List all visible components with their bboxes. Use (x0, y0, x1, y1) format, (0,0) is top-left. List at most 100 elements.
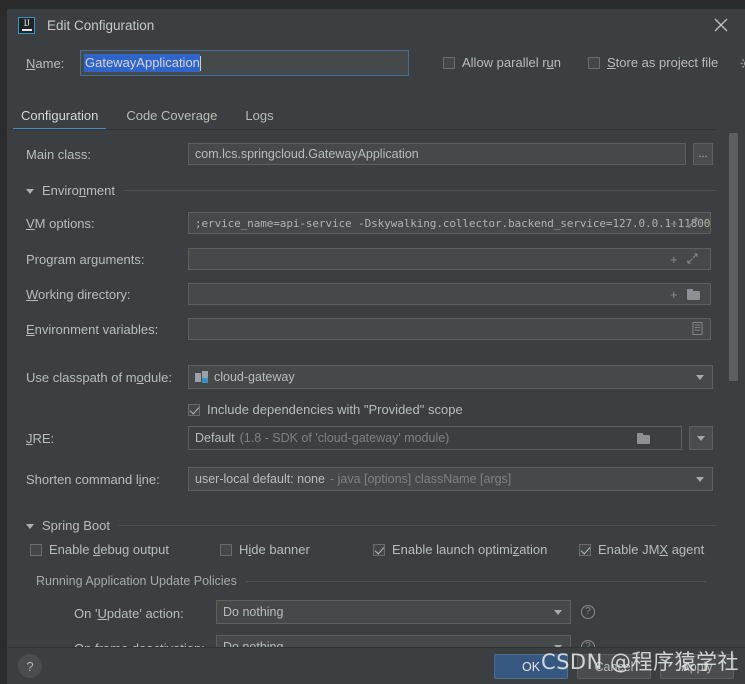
checkbox-box (588, 56, 600, 69)
hide-banner-label: Hide banner (239, 542, 310, 557)
help-button[interactable]: ? (18, 654, 42, 678)
shorten-command-line-row: Shorten command line: user-local default… (26, 467, 716, 491)
spring-boot-section-header[interactable]: Spring Boot (26, 517, 716, 533)
insert-macro-icon[interactable]: + (670, 217, 678, 230)
configuration-form: Main class: com.lcs.springcloud.GatewayA… (20, 131, 720, 647)
list-icon[interactable] (692, 321, 703, 337)
main-class-row: Main class: com.lcs.springcloud.GatewayA… (26, 143, 716, 165)
insert-macro-icon[interactable]: + (670, 253, 678, 266)
edit-configuration-dialog: IJ Edit Configuration Name: GatewayAppli… (0, 0, 745, 684)
tab-configuration[interactable]: Configuration (7, 108, 112, 130)
on-frame-deactivation-combobox[interactable]: Do nothing (216, 635, 571, 647)
insert-macro-icon[interactable]: + (670, 288, 678, 301)
program-arguments-input[interactable] (188, 248, 711, 270)
jre-value: Default (195, 431, 235, 445)
environment-variables-input[interactable] (188, 318, 711, 340)
chevron-down-icon (696, 375, 704, 380)
title-bar: IJ Edit Configuration (7, 9, 745, 42)
main-class-value: com.lcs.springcloud.GatewayApplication (195, 147, 419, 161)
text-caret (199, 55, 201, 71)
enable-launch-optimization-checkbox[interactable]: Enable launch optimization (373, 542, 547, 557)
on-update-action-value: Do nothing (223, 605, 284, 619)
jre-hint: (1.8 - SDK of 'cloud-gateway' module) (239, 431, 450, 445)
enable-jmx-agent-checkbox[interactable]: Enable JMX agent (579, 542, 704, 557)
chevron-down-icon (696, 477, 704, 482)
shorten-command-line-label: Shorten command line: (26, 472, 160, 487)
spring-boot-section-label: Spring Boot (42, 517, 110, 533)
environment-variables-row: Environment variables: (26, 318, 716, 340)
main-class-input[interactable]: com.lcs.springcloud.GatewayApplication (188, 143, 686, 165)
enable-debug-output-checkbox[interactable]: Enable debug output (30, 542, 169, 557)
program-arguments-label: Program arguments: (26, 252, 145, 267)
program-arguments-actions: + (670, 248, 714, 270)
checkbox-box (579, 543, 591, 556)
ok-button[interactable]: OK (494, 654, 568, 679)
tab-separator (7, 129, 717, 130)
enable-jmx-agent-label: Enable JMX agent (598, 542, 705, 557)
tab-bar: Configuration Code Coverage Logs (7, 102, 745, 130)
vm-options-row: VM options: ;ervice_name=api-service -Ds… (26, 212, 716, 234)
classpath-module-row: Use classpath of module: cloud-gateway (26, 365, 716, 389)
chevron-down-icon (697, 435, 705, 441)
main-class-browse-button[interactable]: ... (693, 143, 713, 165)
on-frame-deactivation-row: On frame deactivation: Do nothing ? (36, 635, 706, 647)
checkbox-box (188, 403, 200, 416)
dialog-button-bar: ? OK Cancel Apply CSDN @程序猿学社 (7, 647, 745, 684)
classpath-module-value: cloud-gateway (214, 370, 295, 384)
checkbox-box (220, 543, 232, 556)
section-divider (124, 189, 716, 191)
environment-variables-actions (692, 318, 712, 340)
cancel-button[interactable]: Cancel (577, 654, 651, 679)
tab-code-coverage[interactable]: Code Coverage (112, 108, 231, 130)
module-icon (195, 371, 208, 383)
update-policies-header: Running Application Update Policies (36, 574, 706, 588)
shorten-command-line-combobox[interactable]: user-local default: none - java [options… (188, 467, 713, 491)
help-icon[interactable]: ? (581, 605, 595, 619)
apply-button[interactable]: Apply (660, 654, 734, 679)
hide-banner-checkbox[interactable]: Hide banner (220, 542, 310, 557)
jre-combobox[interactable]: Default (1.8 - SDK of 'cloud-gateway' mo… (188, 426, 682, 450)
vertical-scrollbar[interactable] (727, 131, 740, 647)
working-directory-row: Working directory: + (26, 283, 716, 305)
enable-launch-optimization-label: Enable launch optimization (392, 542, 548, 557)
jre-dropdown-button[interactable] (689, 426, 713, 450)
expand-editor-icon[interactable] (687, 252, 698, 266)
shorten-command-line-value: user-local default: none (195, 472, 325, 486)
gear-icon[interactable] (740, 57, 745, 70)
working-directory-actions: + (670, 283, 714, 305)
checkbox-box (30, 543, 42, 556)
checkbox-box (443, 56, 455, 69)
environment-section-header[interactable]: Environment (26, 182, 716, 198)
close-icon[interactable] (711, 15, 731, 35)
scrollbar-thumb[interactable] (729, 133, 738, 381)
classpath-module-combobox[interactable]: cloud-gateway (188, 365, 713, 389)
environment-variables-label: Environment variables: (26, 322, 159, 337)
intellij-idea-icon: IJ (18, 17, 35, 34)
on-update-action-row: On 'Update' action: Do nothing ? (36, 600, 706, 624)
window-top-edge (0, 0, 745, 9)
working-directory-input[interactable] (188, 283, 711, 305)
tab-logs[interactable]: Logs (231, 108, 287, 130)
environment-section-label: Environment (42, 182, 115, 198)
on-update-action-label: On 'Update' action: (74, 606, 184, 621)
main-class-label: Main class: (26, 147, 92, 162)
vm-options-value: ;ervice_name=api-service -Dskywalking.co… (195, 216, 711, 230)
update-policies-title: Running Application Update Policies (36, 574, 237, 588)
shorten-command-line-hint: - java [options] className [args] (329, 472, 512, 486)
help-icon[interactable]: ? (581, 640, 595, 647)
allow-parallel-run-checkbox[interactable]: Allow parallel run (443, 55, 561, 70)
on-update-action-combobox[interactable]: Do nothing (216, 600, 571, 624)
section-divider (245, 580, 706, 582)
include-provided-scope-label: Include dependencies with "Provided" sco… (207, 402, 463, 417)
vm-options-input[interactable]: ;ervice_name=api-service -Dskywalking.co… (188, 212, 711, 234)
store-as-project-file-checkbox[interactable]: Store as project file (588, 55, 718, 70)
name-row: Name: GatewayApplication Allow parallel … (7, 50, 745, 80)
folder-icon[interactable] (637, 433, 651, 444)
include-provided-scope-checkbox[interactable]: Include dependencies with "Provided" sco… (188, 402, 463, 417)
expand-editor-icon[interactable] (687, 216, 698, 230)
chevron-down-icon (554, 610, 562, 615)
name-input[interactable]: GatewayApplication (80, 50, 409, 76)
folder-icon[interactable] (686, 288, 701, 300)
jre-label: JRE: (26, 431, 55, 446)
name-input-value: GatewayApplication (84, 54, 200, 72)
